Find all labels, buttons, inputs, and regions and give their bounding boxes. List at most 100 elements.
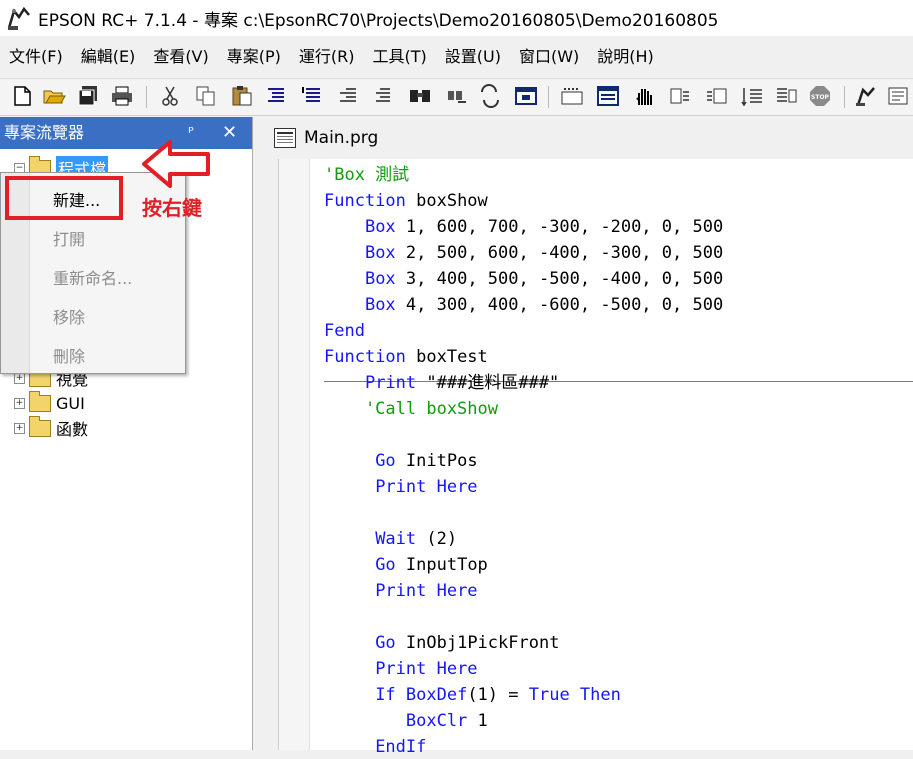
robot-manager-icon[interactable] [854,84,878,108]
code-token: 4, 300, 400, -600, -500, 0, 500 [395,295,724,315]
code-line: Print Here [324,579,478,603]
menu-file[interactable]: 文件(F) [0,43,72,71]
comment-icon[interactable] [300,84,324,108]
cut-icon[interactable] [158,84,182,108]
code-line: Box 1, 600, 700, -300, -200, 0, 500 [324,215,723,239]
ctx-rename[interactable]: 重新命名... [53,265,132,289]
code-token: InitPos [395,451,478,471]
code-line: Wait (2) [324,527,457,551]
close-icon[interactable]: ✕ [222,117,237,149]
menu-window[interactable]: 窗口(W) [510,43,588,71]
code-token: Box [364,243,396,263]
code-line: Function boxShow [324,189,488,213]
step-over-icon[interactable] [704,84,728,108]
code-token: Print Here [375,581,478,601]
ctx-open[interactable]: 打開 [53,226,85,250]
paste-icon[interactable] [230,84,254,108]
indent-icon[interactable] [264,84,288,108]
code-token: 'Box 測試 [324,165,410,185]
print-icon[interactable] [110,84,134,108]
new-file-icon[interactable] [10,84,34,108]
expand-icon[interactable]: + [14,422,25,434]
menu-bar: 文件(F) 編輯(E) 查看(V) 專案(P) 運行(R) 工具(T) 設置(U) 窗口(W)… [0,40,913,74]
code-line: Fend [324,319,365,343]
window-icon[interactable] [514,84,538,108]
code-token: Print [364,373,417,393]
code-token: Box [364,217,396,237]
menu-tools[interactable]: 工具(T) [364,43,436,71]
folder-icon [29,390,51,412]
io-monitor-icon[interactable] [560,84,584,108]
ctx-remove[interactable]: 移除 [53,304,85,328]
code-line: 'Box 測試 [324,163,409,187]
step-into-icon[interactable] [668,84,692,108]
copy-icon[interactable] [194,84,218,108]
code-line: Function boxTest [324,345,488,369]
code-token: boxTest [405,347,488,367]
menu-setup[interactable]: 設置(U) [436,43,510,71]
build-icon[interactable] [886,84,910,108]
code-area[interactable]: 'Box 測試 Function boxShow Box 1, 600, 700,… [278,159,913,757]
menu-help[interactable]: 說明(H) [588,43,663,71]
ctx-delete[interactable]: 刪除 [53,343,85,367]
uncomment-icon[interactable] [370,84,394,108]
code-line: Go InputTop [324,553,488,577]
jog-hand-icon[interactable] [632,84,656,108]
code-token: InObj1PickFront [395,633,560,653]
code-token: "###進料區###" [416,373,560,393]
task-manager-icon[interactable] [596,84,620,108]
code-line: Box 3, 400, 500, -500, -400, 0, 500 [324,267,723,291]
code-token: InputTop [395,555,488,575]
highlight-box [5,176,123,220]
replace-icon[interactable] [478,84,502,108]
editor-tabbar: Main.prg [268,117,913,159]
save-all-icon[interactable] [76,84,100,108]
code-line: Print Here [324,475,477,499]
code-line: EndIf [324,735,426,759]
menu-view[interactable]: 查看(V) [144,43,217,71]
code-token: Go [375,555,396,575]
tab-label: Main.prg [304,128,379,148]
annotation-text: 按右鍵 [142,196,202,220]
arrow-annotation-icon [142,140,210,188]
stop-icon[interactable]: STOP [808,84,832,108]
code-token: 1, 600, 700, -300, -200, 0, 500 [395,217,724,237]
step-out-icon[interactable] [740,84,764,108]
run-to-cursor-icon[interactable] [774,84,798,108]
menu-run[interactable]: 運行(R) [290,43,364,71]
code-token: Box [364,269,396,289]
outdent-icon[interactable] [336,84,360,108]
toolbar: STOP [0,78,913,116]
find-next-icon[interactable] [444,84,468,108]
title-bar: EPSON RC+ 7.1.4 - 專案 c:\EpsonRC70\Projec… [0,0,913,36]
code-line: BoxClr 1 [324,709,488,733]
menu-project[interactable]: 專案(P) [218,43,290,71]
open-folder-icon[interactable] [42,84,66,108]
menu-edit[interactable]: 編輯(E) [72,43,145,71]
tree-item-gui[interactable]: + GUI [14,390,85,414]
editor-margin [279,159,310,750]
code-token: Box [364,295,396,315]
expand-icon[interactable]: + [14,397,25,409]
toolbar-separator [548,86,549,108]
find-icon[interactable] [408,84,432,108]
tree-item-functions[interactable]: + 函數 [14,415,88,439]
code-token: EndIf [375,737,427,757]
code-token: 2, 500, 600, -400, -300, 0, 500 [395,243,724,263]
code-line: 'Call boxShow [324,397,498,421]
expand-icon[interactable]: + [14,372,25,384]
code-token: Function [324,191,406,211]
code-editor: Main.prg 'Box 測試 Function boxShow Box 1, … [268,117,913,757]
code-token: BoxClr [324,711,468,731]
code-line: Print "###進料區###" [324,371,559,395]
tab-main-prg[interactable]: Main.prg [274,123,378,153]
